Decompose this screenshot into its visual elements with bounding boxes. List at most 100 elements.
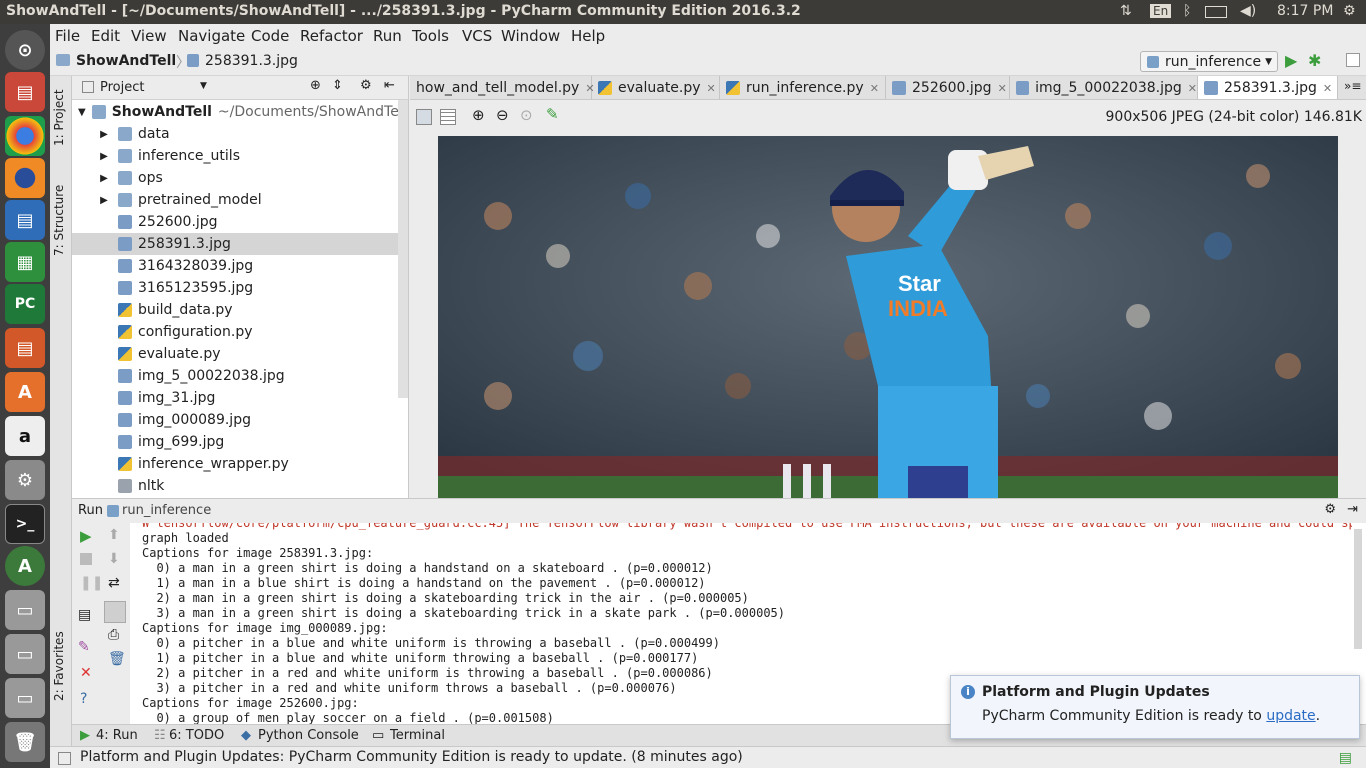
- status-message[interactable]: Platform and Plugin Updates: PyCharm Com…: [80, 749, 743, 765]
- menu-file[interactable]: File: [55, 27, 80, 45]
- print-icon[interactable]: ⎙: [108, 627, 119, 643]
- chevron-right-icon[interactable]: ▶: [90, 151, 118, 162]
- soft-wrap-icon[interactable]: ⇄: [108, 575, 120, 591]
- close-icon[interactable]: ✕: [1188, 82, 1197, 95]
- tab-structure[interactable]: 7: Structure: [52, 185, 66, 256]
- menu-code[interactable]: Code: [251, 27, 289, 45]
- menu-vcs[interactable]: VCS: [462, 27, 492, 45]
- breadcrumb-file[interactable]: 258391.3.jpg: [205, 53, 298, 69]
- system-settings-icon[interactable]: ⚙: [5, 460, 45, 500]
- pycharm-icon[interactable]: PC: [5, 284, 45, 324]
- menu-view[interactable]: View: [131, 27, 167, 45]
- impress-icon[interactable]: ▤: [5, 328, 45, 368]
- pin-icon[interactable]: ✎: [78, 639, 90, 655]
- tree-folder[interactable]: ▶ data: [72, 123, 399, 145]
- tree-folder[interactable]: ▶ ops: [72, 167, 399, 189]
- tree-file[interactable]: 252600.jpg: [72, 211, 399, 233]
- drive-icon[interactable]: ▭: [5, 634, 45, 674]
- menu-refactor[interactable]: Refactor: [300, 27, 363, 45]
- tab-overflow-icon[interactable]: »≡: [1344, 79, 1361, 93]
- menu-tools[interactable]: Tools: [412, 27, 449, 45]
- close-icon[interactable]: ✕: [998, 82, 1007, 95]
- color-picker-icon[interactable]: ✎: [546, 105, 559, 123]
- network-icon[interactable]: ⇅: [1120, 3, 1132, 19]
- close-icon[interactable]: ✕: [1323, 82, 1332, 95]
- tab-evaluate[interactable]: evaluate.py ✕: [592, 76, 720, 99]
- tab-run[interactable]: 4: Run: [96, 728, 138, 743]
- firefox-icon[interactable]: [5, 158, 45, 198]
- gear-icon[interactable]: ⚙: [1324, 502, 1336, 517]
- trash-icon[interactable]: 🗑: [5, 722, 45, 762]
- scroll-to-end-icon[interactable]: [104, 601, 126, 623]
- close-icon[interactable]: ✕: [707, 82, 716, 95]
- tab-python-console[interactable]: Python Console: [258, 728, 359, 743]
- stop-icon[interactable]: [80, 553, 92, 565]
- tree-file[interactable]: 3164328039.jpg: [72, 255, 399, 277]
- amazon-icon[interactable]: a: [5, 416, 45, 456]
- drive-icon[interactable]: ▭: [5, 590, 45, 630]
- menu-help[interactable]: Help: [571, 27, 605, 45]
- terminal-icon[interactable]: >_: [5, 504, 45, 544]
- chevron-right-icon[interactable]: ▶: [90, 129, 118, 140]
- zoom-in-icon[interactable]: ⊕: [472, 106, 485, 124]
- tree-root[interactable]: ▼ ShowAndTell ~/Documents/ShowAndTell: [78, 101, 407, 123]
- down-arrow-icon[interactable]: ⬇: [108, 551, 120, 567]
- bluetooth-icon[interactable]: ᛒ: [1183, 3, 1191, 19]
- stop-placeholder-icon[interactable]: [1346, 53, 1360, 67]
- update-notification[interactable]: i Platform and Plugin Updates PyCharm Co…: [950, 675, 1360, 739]
- layout-icon[interactable]: ▤: [78, 607, 91, 623]
- update-link[interactable]: update: [1266, 708, 1315, 724]
- tree-folder[interactable]: ▶ pretrained_model: [72, 189, 399, 211]
- collapse-icon[interactable]: ⇕: [332, 78, 343, 93]
- hide-icon[interactable]: ⇥: [1347, 502, 1358, 517]
- gear-icon[interactable]: ⚙: [360, 78, 372, 93]
- clock[interactable]: 8:17 PM: [1277, 3, 1333, 19]
- tree-file[interactable]: build_data.py: [72, 299, 399, 321]
- tree-file[interactable]: img_5_00022038.jpg: [72, 365, 399, 387]
- help-icon[interactable]: ?: [80, 691, 87, 707]
- dash-icon[interactable]: ⊙: [5, 30, 45, 70]
- keyboard-layout[interactable]: En: [1150, 4, 1172, 18]
- writer-icon[interactable]: ▤: [5, 200, 45, 240]
- tab-terminal[interactable]: Terminal: [390, 728, 445, 743]
- battery-icon[interactable]: [1205, 6, 1227, 18]
- hide-icon[interactable]: ⇤: [384, 78, 395, 93]
- breadcrumb-project[interactable]: ShowAndTell: [76, 53, 176, 69]
- tree-file[interactable]: img_000089.jpg: [72, 409, 399, 431]
- tab-todo[interactable]: 6: TODO: [169, 728, 224, 743]
- up-arrow-icon[interactable]: ⬆: [108, 527, 120, 543]
- tree-file[interactable]: configuration.py: [72, 321, 399, 343]
- menu-navigate[interactable]: Navigate: [178, 27, 245, 45]
- updater-icon[interactable]: A: [5, 546, 45, 586]
- tab-img-5[interactable]: img_5_00022038.jpg ✕: [1010, 76, 1198, 99]
- zoom-out-icon[interactable]: ⊖: [496, 106, 509, 124]
- run-config-dropdown[interactable]: run_inference ▼: [1140, 51, 1278, 72]
- calc-icon[interactable]: ▦: [5, 242, 45, 282]
- grid-toggle-icon[interactable]: [440, 109, 456, 125]
- chrome-icon[interactable]: [5, 116, 45, 156]
- pause-icon[interactable]: ❚❚: [80, 575, 103, 591]
- tree-file[interactable]: img_699.jpg: [72, 431, 399, 453]
- tree-file[interactable]: nltk: [72, 475, 399, 497]
- rerun-icon[interactable]: ▶: [80, 527, 92, 545]
- tree-file[interactable]: inference_wrapper.py: [72, 453, 399, 475]
- project-panel-title[interactable]: Project: [100, 80, 144, 95]
- run-config-name[interactable]: run_inference: [122, 503, 211, 518]
- tree-file[interactable]: 3165123595.jpg: [72, 277, 399, 299]
- menu-edit[interactable]: Edit: [91, 27, 120, 45]
- drive-icon[interactable]: ▭: [5, 678, 45, 718]
- scrollbar[interactable]: [1354, 529, 1362, 649]
- background-toggle-icon[interactable]: [416, 109, 432, 125]
- close-icon[interactable]: ✕: [870, 82, 879, 95]
- tab-252600[interactable]: 252600.jpg ✕: [886, 76, 1010, 99]
- chevron-right-icon[interactable]: ▶: [90, 195, 118, 206]
- files-app-icon[interactable]: ▤: [5, 72, 45, 112]
- tab-run-inference[interactable]: run_inference.py ✕: [720, 76, 886, 99]
- close-icon[interactable]: ✕: [80, 665, 92, 681]
- settings-gear-icon[interactable]: ⚙: [1343, 3, 1356, 19]
- toggle-panels-icon[interactable]: [58, 752, 71, 765]
- tab-258391-active[interactable]: 258391.3.jpg ✕: [1198, 76, 1338, 99]
- event-log-icon[interactable]: ▤: [1339, 750, 1352, 766]
- volume-icon[interactable]: ◀): [1240, 3, 1256, 19]
- tab-project[interactable]: 1: Project: [52, 89, 66, 146]
